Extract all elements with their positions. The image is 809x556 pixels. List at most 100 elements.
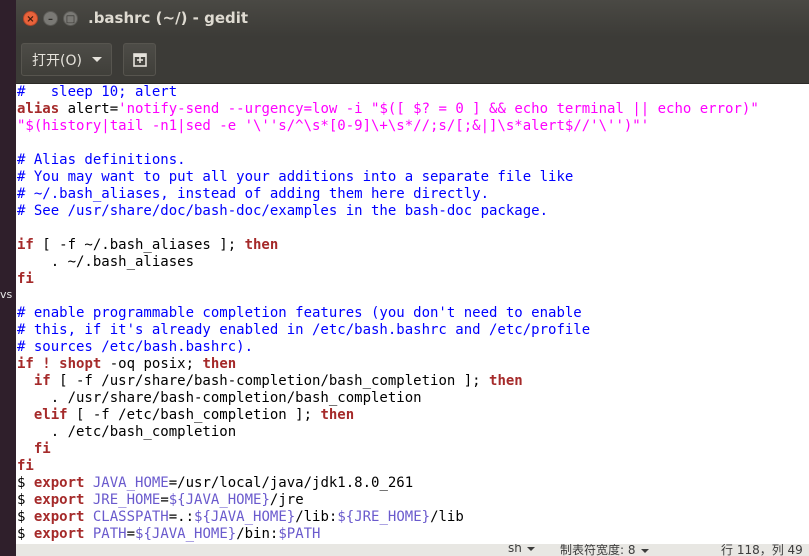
code-token: JAVA_HOME [92,475,169,491]
code-token: $ [17,526,34,542]
open-button[interactable]: 打开(O) [21,43,112,76]
code-token: fi [17,458,34,474]
new-tab-button[interactable] [123,43,156,76]
code-line[interactable]: # enable programmable completion feature… [16,305,809,322]
code-token: =/usr/local/java/jdk1.8.0_261 [168,475,414,491]
code-line[interactable]: # Alias definitions. [16,152,809,169]
code-token: alert= [59,101,119,117]
code-token: /lib: [295,509,338,525]
code-token: # this, if it's already enabled in /etc/… [17,322,591,338]
chevron-down-icon [526,546,535,551]
titlebar[interactable]: × – □ .bashrc (~/) - gedit [16,0,809,37]
code-token: then [320,407,355,423]
code-token: $ [17,492,34,508]
code-token: $ [17,475,34,491]
code-token: JRE_HOME [92,492,161,508]
code-line[interactable]: . /usr/share/bash-completion/bash_comple… [16,390,809,407]
code-token: [ -f /usr/share/bash-completion/bash_com… [50,373,490,389]
code-line[interactable]: # sleep 10; alert [16,84,809,101]
code-line[interactable]: if ! shopt -oq posix; then [16,356,809,373]
code-line[interactable]: # this, if it's already enabled in /etc/… [16,322,809,339]
code-line[interactable]: alias alert='notify-send --urgency=low -… [16,101,809,118]
code-token: if [17,237,34,253]
code-line[interactable] [16,135,809,152]
tab-width-selector[interactable]: 制表符宽度: 8 [560,544,649,556]
code-line[interactable]: $ export JAVA_HOME=/usr/local/java/jdk1.… [16,475,809,492]
header-bar: 打开(O) [16,37,809,84]
code-token: then [489,373,523,389]
code-token: . ~/.bash_aliases [17,254,195,270]
code-token: # sources /etc/bash.bashrc). [17,339,254,355]
code-token: -oq posix; [101,356,203,372]
code-line[interactable]: if [ -f /usr/share/bash-completion/bash_… [16,373,809,390]
cursor-position: 行 118，列 49 [721,544,803,556]
code-token: export [33,509,85,525]
code-line[interactable]: # ~/.bash_aliases, instead of adding the… [16,186,809,203]
code-line[interactable]: # See /usr/share/doc/bash-doc/examples i… [16,203,809,220]
code-line[interactable]: fi [16,458,809,475]
code-line[interactable]: $ export PATH=${JAVA_HOME}/bin:$PATH [16,526,809,543]
code-token: "$(history|tail -n1|sed -e '\''s/^\s*[0-… [17,118,650,134]
code-token: ${JRE_HOME} [337,509,431,525]
code-line[interactable]: . /etc/bash_completion [16,424,809,441]
status-bar: sh 制表符宽度: 8 行 118，列 49 [16,544,809,556]
new-document-icon [132,52,147,67]
code-token: /bin: [236,526,279,542]
code-token: # ~/.bash_aliases, instead of adding the… [17,186,490,202]
code-token: # sleep 10; alert [17,84,178,100]
code-line[interactable]: fi [16,271,809,288]
code-token: . /usr/share/bash-completion/bash_comple… [17,390,422,406]
code-line[interactable]: # You may want to put all your additions… [16,169,809,186]
code-line[interactable]: $ export CLASSPATH=.:${JAVA_HOME}/lib:${… [16,509,809,526]
code-token: alias [17,101,60,117]
minimize-window-button[interactable]: – [43,11,58,26]
code-line[interactable] [16,220,809,237]
language-label: sh [508,544,522,555]
window-title: .bashrc (~/) - gedit [88,9,249,27]
code-token: elif [33,407,68,423]
code-token: # You may want to put all your additions… [17,169,574,185]
code-token: fi [17,271,34,287]
code-line[interactable]: "$(history|tail -n1|sed -e '\''s/^\s*[0-… [16,118,809,135]
code-token: CLASSPATH [92,509,169,525]
gedit-window: × – □ .bashrc (~/) - gedit 打开(O) # sleep… [16,0,809,556]
code-token: [ -f /etc/bash_completion ]; [67,407,321,423]
code-token: fi [33,441,51,457]
code-token: /jre [269,492,304,508]
code-token: 'notify-send --urgency=low -i "$([ $? = … [118,101,759,117]
chevron-down-icon [640,548,649,553]
code-line[interactable]: elif [ -f /etc/bash_completion ]; then [16,407,809,424]
code-token: ! shopt [42,356,102,372]
code-token: . /etc/bash_completion [17,424,237,440]
desktop-side-text: vs [0,288,13,301]
code-token: = [126,526,136,542]
code-token: /lib [430,509,464,525]
code-line[interactable]: # sources /etc/bash.bashrc). [16,339,809,356]
code-token: ${JAVA_HOME} [168,492,270,508]
code-token: export [33,526,85,542]
code-line[interactable]: . ~/.bash_aliases [16,254,809,271]
code-line[interactable] [16,288,809,305]
maximize-window-button[interactable]: □ [63,11,78,26]
close-window-button[interactable]: × [23,11,38,26]
code-token: =.: [168,509,195,525]
code-token: # Alias definitions. [17,152,186,168]
code-token: [ -f ~/.bash_aliases ]; [33,237,245,253]
code-token: $ [17,509,34,525]
code-token: $PATH [278,526,321,542]
code-token: PATH [92,526,127,542]
code-token: # See /usr/share/doc/bash-doc/examples i… [17,203,549,219]
code-token: = [160,492,169,508]
language-selector[interactable]: sh [508,544,535,555]
code-token: export [33,475,85,491]
open-button-label: 打开(O) [32,52,82,69]
code-line[interactable]: $ export JRE_HOME=${JAVA_HOME}/jre [16,492,809,509]
code-line[interactable]: if [ -f ~/.bash_aliases ]; then [16,237,809,254]
code-line[interactable]: fi [16,441,809,458]
text-editor-area[interactable]: # sleep 10; alert alias alert='notify-sen… [16,84,809,544]
